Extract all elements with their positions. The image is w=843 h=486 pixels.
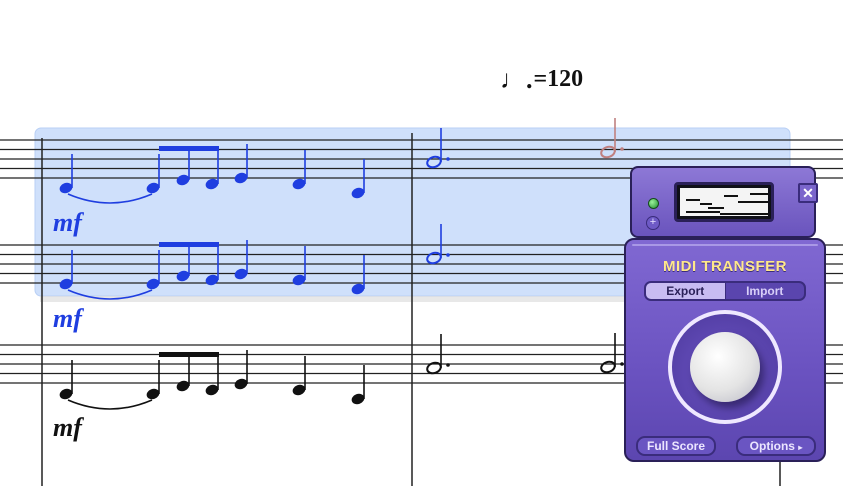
tab-import[interactable]: Import <box>724 283 805 299</box>
dotted-quarter-note <box>59 360 73 400</box>
close-button[interactable]: ✕ <box>798 183 818 203</box>
tab-export[interactable]: Export <box>646 283 725 299</box>
piano-roll-preview <box>680 188 768 216</box>
dynamic-mf-1[interactable]: mf <box>53 208 84 237</box>
tempo-marking[interactable]: ♩. =120 <box>500 66 583 93</box>
full-score-button[interactable]: Full Score <box>636 436 716 456</box>
quarter-note <box>292 356 306 396</box>
dotted-quarter-note-icon: ♩. <box>500 65 533 94</box>
midi-preview-display <box>674 182 774 222</box>
eighth-note <box>146 360 160 400</box>
beam <box>159 352 219 357</box>
dynamic-mf-2[interactable]: mf <box>53 304 84 333</box>
dotted-half-note <box>600 333 624 374</box>
widget-main-panel: MIDI TRANSFER Export Import Full Score O… <box>624 238 826 462</box>
triangle-right-icon: ▸ <box>798 443 803 452</box>
plus-button[interactable]: + <box>646 216 660 230</box>
widget-title: MIDI TRANSFER <box>663 258 787 275</box>
options-button[interactable]: Options ▸ <box>736 436 816 456</box>
options-label: Options <box>749 439 795 453</box>
eighth-note <box>205 356 219 396</box>
beam <box>159 146 219 151</box>
eighth-note <box>176 352 190 392</box>
tie <box>67 399 153 410</box>
transfer-knob[interactable] <box>690 332 760 402</box>
widget-top-panel: + ✕ <box>630 166 818 238</box>
midi-transfer-widget: + ✕ MIDI TRANSFER Export Import Full Sco… <box>622 164 828 464</box>
status-led-icon <box>648 198 659 209</box>
dynamic-mf-3[interactable]: mf <box>53 413 84 442</box>
export-import-toggle: Export Import <box>644 281 806 301</box>
tempo-value: =120 <box>533 66 584 92</box>
transfer-knob-ring <box>668 310 782 424</box>
eighth-note <box>234 350 248 390</box>
quarter-note <box>351 365 365 405</box>
beam <box>159 242 219 247</box>
